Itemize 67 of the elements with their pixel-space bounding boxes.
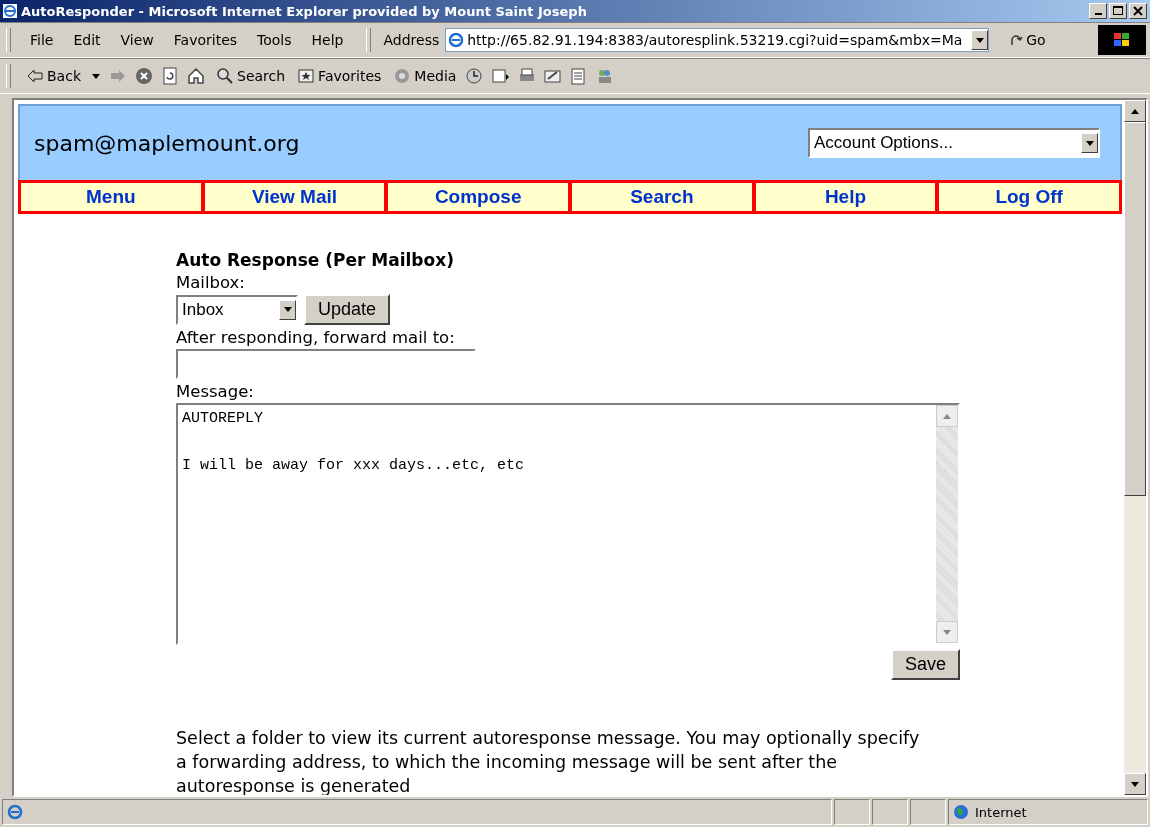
scrollbar[interactable] [936, 405, 958, 643]
search-button[interactable]: Search [213, 67, 289, 85]
up-arrow-icon [943, 413, 951, 419]
globe-icon [953, 804, 969, 820]
back-button[interactable]: Back [23, 67, 103, 85]
media-button[interactable]: Media [390, 67, 460, 85]
help-paragraph: Select a folder to view its current autoresponse message. You may optionally specify a forwarding address, to which the incoming message will be sent after the autoresponse is generated [176, 727, 921, 795]
status-pane [872, 799, 908, 825]
message-field[interactable]: AUTOREPLY I will be away for xxx days...etc, etc [176, 403, 960, 645]
caret-icon [1085, 140, 1094, 146]
form-heading: Auto Response (Per Mailbox) [176, 250, 455, 270]
back-arrow-icon [26, 67, 44, 85]
down-arrow-icon [1131, 781, 1139, 787]
windows-logo-icon [1098, 25, 1146, 55]
down-arrow-icon [943, 629, 951, 635]
menu-item[interactable]: Tools [250, 32, 299, 48]
curved-arrow-icon [1009, 33, 1024, 47]
account-options-dropdown[interactable]: Account Options... [808, 128, 1100, 158]
url-text: http://65.82.91.194:8383/autoresplink.53219.cgi?uid=spam&mbx=Ma [467, 32, 964, 48]
menu-item[interactable]: File [23, 32, 61, 48]
status-pane [910, 799, 946, 825]
menu-item[interactable]: Favorites [166, 32, 245, 48]
page-icon [448, 32, 465, 48]
status-pane [834, 799, 870, 825]
home-icon[interactable] [187, 67, 207, 85]
message-text: AUTOREPLY I will be away for xxx days...etc, etc [181, 409, 526, 476]
forward-label: After responding, forward mail to: [176, 328, 456, 347]
scrollbar[interactable] [1124, 100, 1146, 795]
browser-icon [3, 4, 17, 18]
nav-link[interactable]: Menu [19, 181, 203, 213]
page-icon [7, 804, 23, 820]
close-button[interactable] [1129, 3, 1147, 19]
account-email: spam@maplemount.org [34, 130, 300, 156]
menu-item[interactable]: View [113, 32, 161, 48]
address-label: Address [383, 32, 440, 48]
up-arrow-icon [1131, 108, 1139, 114]
go-button[interactable]: Go [1009, 32, 1046, 48]
caret-icon [283, 307, 292, 312]
address-field[interactable]: http://65.82.91.194:8383/autoresplink.53219.cgi?uid=spam&mbx=Ma [445, 28, 990, 52]
search-icon [216, 67, 234, 85]
maximize-button[interactable] [1109, 3, 1127, 19]
minimize-icon [1094, 13, 1102, 15]
zone-label: Internet [975, 804, 1027, 820]
toolbar-icon[interactable] [543, 67, 564, 85]
window-title: AutoResponder - Microsoft Internet Explorer provided by Mount Saint Joseph [21, 3, 588, 19]
menu-item[interactable]: Edit [66, 32, 108, 48]
message-label: Message: [176, 382, 255, 401]
dropdown-button[interactable] [971, 30, 989, 50]
nav-link[interactable]: Help [753, 181, 938, 213]
save-button[interactable]: Save [890, 649, 960, 680]
mailbox-label: Mailbox: [176, 273, 246, 292]
mailbox-dropdown[interactable]: Inbox [176, 294, 298, 325]
minimize-button[interactable] [1089, 3, 1107, 19]
nav-link[interactable]: Log Off [937, 181, 1121, 213]
update-button[interactable]: Update [304, 294, 391, 325]
caret-icon [92, 73, 100, 79]
disc-icon [393, 67, 412, 85]
maximize-icon [1112, 5, 1124, 17]
close-icon [1132, 5, 1144, 17]
favorites-button[interactable]: Favorites [294, 67, 385, 85]
nav-link[interactable]: Compose [386, 181, 570, 213]
nav-link[interactable]: View Mail [202, 181, 387, 213]
nav-link[interactable]: Search [570, 181, 754, 213]
caret-icon [975, 37, 984, 43]
envelope-icon[interactable] [491, 67, 512, 85]
stop-icon[interactable] [135, 67, 155, 85]
menu-item[interactable]: Help [304, 32, 351, 48]
